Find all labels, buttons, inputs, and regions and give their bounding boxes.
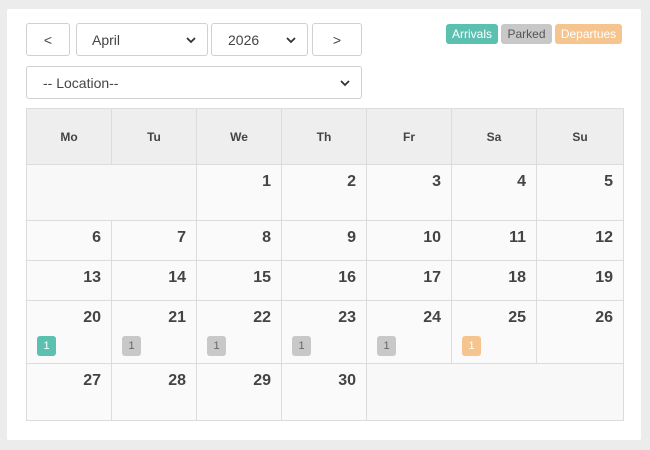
chevron-down-icon [186,36,196,43]
day-number: 16 [338,269,356,286]
day-number: 17 [423,269,441,286]
day-number: 11 [509,229,526,246]
day-number: 15 [253,269,271,286]
chevron-down-icon [286,36,296,43]
parked-count-badge[interactable]: 1 [292,336,311,356]
day-cell[interactable]: 15 [196,260,282,301]
day-number: 23 [338,309,356,326]
day-cell[interactable]: 21 1 [111,300,197,364]
day-cell[interactable]: 28 [111,363,197,421]
day-number: 27 [83,372,101,389]
next-month-label: > [332,31,342,48]
month-select[interactable]: April [76,23,208,56]
prev-month-label: < [43,31,53,48]
day-cell[interactable]: 30 [281,363,367,421]
day-cell[interactable]: 7 [111,220,197,261]
empty-day-cell [26,164,197,221]
day-number: 3 [432,173,441,190]
day-cell[interactable]: 10 [366,220,452,261]
week-row: 13 14 15 16 17 18 19 [26,260,624,301]
day-cell[interactable]: 26 [536,300,624,364]
day-number: 13 [83,269,101,286]
day-cell[interactable]: 20 1 [26,300,112,364]
weekday-header: Su [536,108,624,165]
year-select-value: 2026 [228,31,260,48]
day-cell[interactable]: 18 [451,260,537,301]
day-number: 26 [595,309,613,326]
day-cell[interactable]: 6 [26,220,112,261]
day-cell[interactable]: 9 [281,220,367,261]
day-number: 25 [508,309,526,326]
weekday-header: Fr [366,108,452,165]
year-select[interactable]: 2026 [211,23,308,56]
day-number: 19 [595,269,613,286]
day-number: 21 [168,309,186,326]
day-cell[interactable]: 12 [536,220,624,261]
empty-day-cell [366,363,624,421]
day-cell[interactable]: 27 [26,363,112,421]
day-cell[interactable]: 29 [196,363,282,421]
day-number: 14 [168,269,186,286]
week-row: 27 28 29 30 [26,363,624,421]
day-cell[interactable]: 4 [451,164,537,221]
week-row: 6 7 8 9 10 11 12 [26,220,624,261]
day-cell[interactable]: 11 [451,220,537,261]
day-cell[interactable]: 3 [366,164,452,221]
day-number: 28 [168,372,186,389]
day-cell[interactable]: 25 1 [451,300,537,364]
parked-count-badge[interactable]: 1 [377,336,396,356]
day-number: 18 [508,269,526,286]
month-select-value: April [92,31,121,48]
day-cell[interactable]: 5 [536,164,624,221]
day-cell[interactable]: 1 [196,164,282,221]
day-cell[interactable]: 2 [281,164,367,221]
day-number: 4 [517,173,526,190]
day-number: 2 [347,173,356,190]
calendar-grid: Mo Tu We Th Fr Sa Su 1 2 3 4 5 6 7 8 9 10 11 12 13 14… [26,108,624,421]
day-number: 6 [92,229,101,246]
day-cell[interactable]: 13 [26,260,112,301]
weekday-header: Sa [451,108,537,165]
day-number: 5 [604,173,613,190]
day-cell[interactable]: 14 [111,260,197,301]
day-number: 24 [423,309,441,326]
arrivals-count-badge[interactable]: 1 [37,336,56,356]
day-number: 20 [83,309,101,326]
week-row: 1 2 3 4 5 [26,164,624,221]
day-number: 29 [253,372,271,389]
day-number: 10 [423,229,441,246]
day-cell[interactable]: 17 [366,260,452,301]
weekday-header: We [196,108,282,165]
day-cell[interactable]: 24 1 [366,300,452,364]
weekday-header: Mo [26,108,112,165]
departures-count-badge[interactable]: 1 [462,336,481,356]
day-cell[interactable]: 16 [281,260,367,301]
parked-count-badge[interactable]: 1 [122,336,141,356]
day-number: 7 [177,229,186,246]
legend-arrivals: Arrivals [446,24,498,44]
weekday-header: Tu [111,108,197,165]
day-cell[interactable]: 19 [536,260,624,301]
parked-count-badge[interactable]: 1 [207,336,226,356]
prev-month-button[interactable]: < [26,23,70,56]
day-cell[interactable]: 8 [196,220,282,261]
week-row: 20 1 21 1 22 1 23 1 24 1 25 1 26 [26,300,624,364]
day-number: 8 [262,229,271,246]
weekday-header: Th [281,108,367,165]
day-number: 22 [253,309,271,326]
next-month-button[interactable]: > [312,23,362,56]
day-cell[interactable]: 22 1 [196,300,282,364]
location-select-value: -- Location-- [43,74,119,91]
day-number: 30 [338,372,356,389]
weekday-header-row: Mo Tu We Th Fr Sa Su [26,108,624,165]
day-number: 1 [262,173,271,190]
legend-departures: Departues [555,24,622,44]
chevron-down-icon [340,79,350,86]
legend-parked: Parked [501,24,552,44]
day-number: 12 [595,229,613,246]
day-cell[interactable]: 23 1 [281,300,367,364]
day-number: 9 [347,229,356,246]
location-select[interactable]: -- Location-- [26,66,362,99]
